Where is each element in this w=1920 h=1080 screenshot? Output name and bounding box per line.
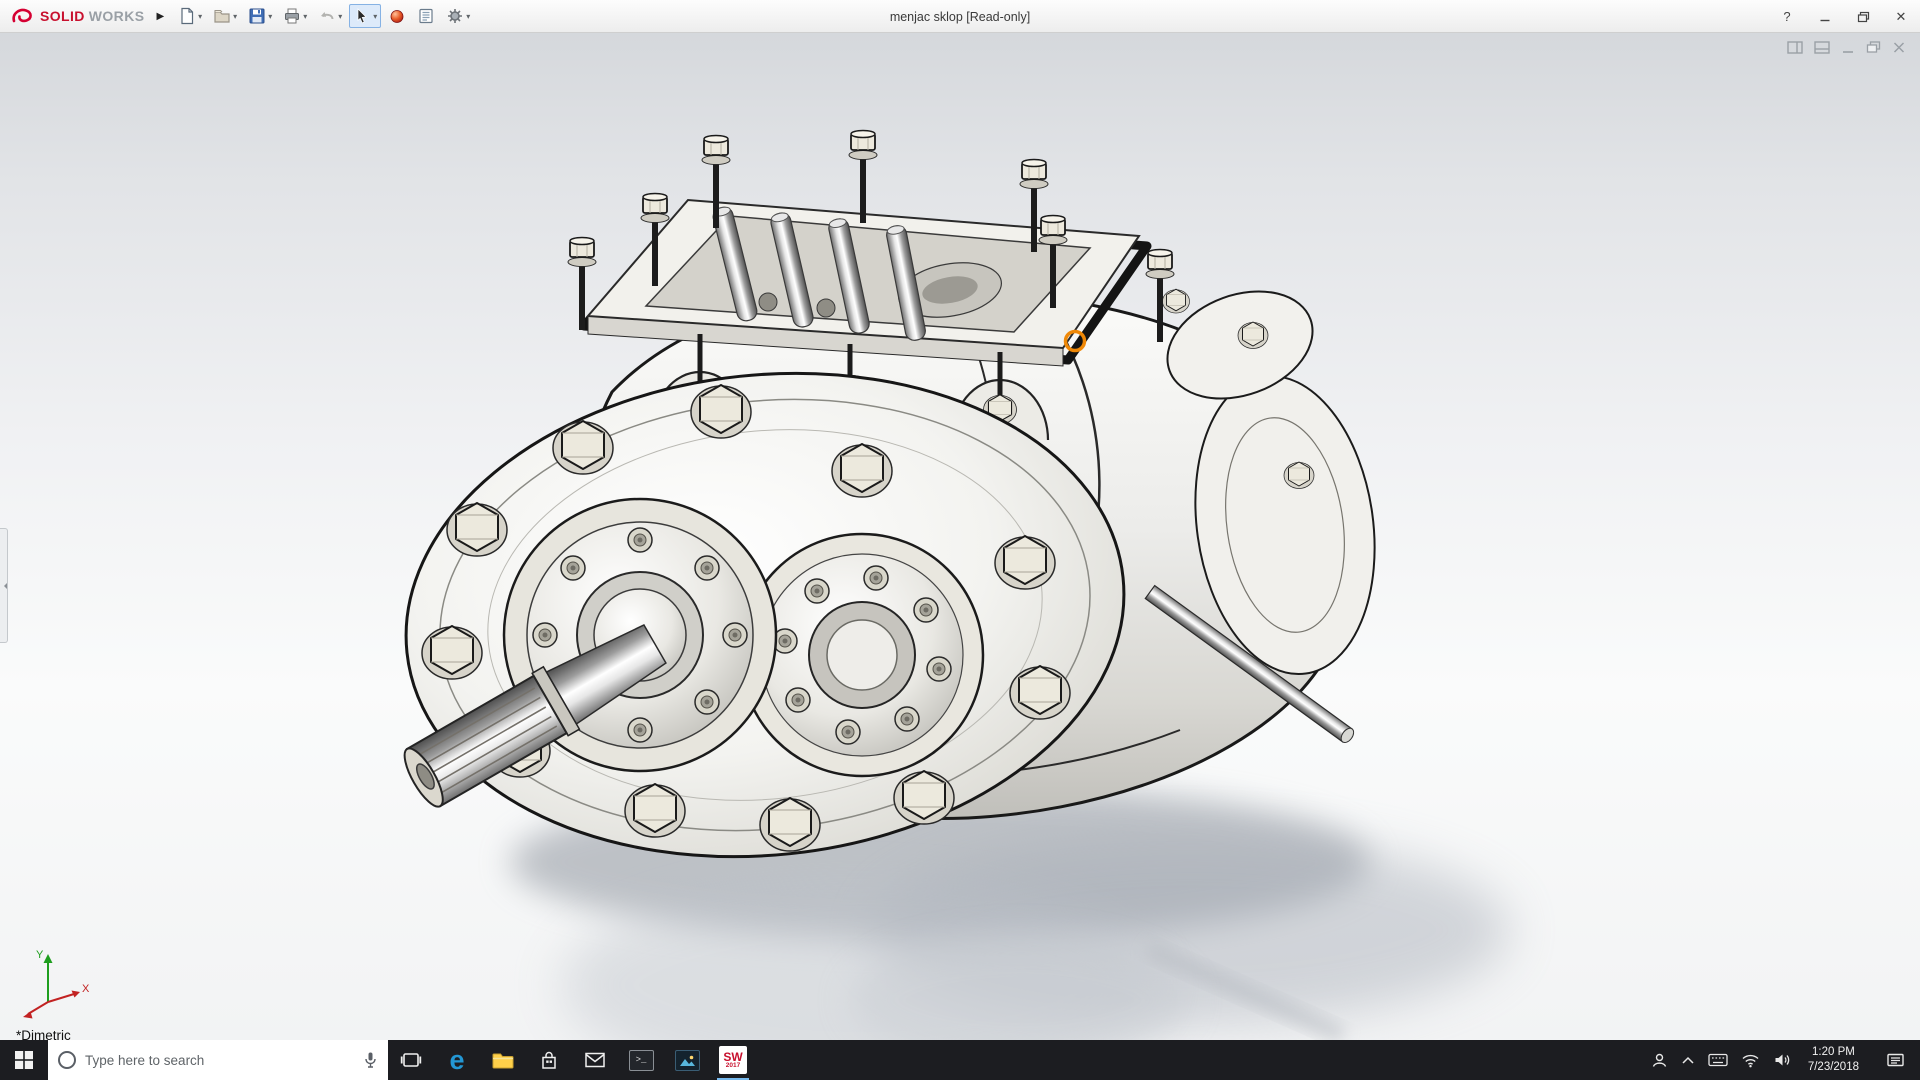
network-icon[interactable]: [1741, 1053, 1760, 1068]
ds-logo-icon: [10, 6, 36, 26]
document-window-controls: [1787, 41, 1906, 54]
windows-logo-icon: [15, 1051, 33, 1069]
solidworks-window: SOLIDWORKS ▶ ▾ ▾: [0, 0, 1920, 1080]
clock-time: 1:20 PM: [1808, 1045, 1859, 1060]
options-button[interactable]: ▾: [442, 4, 474, 28]
restore-doc-icon[interactable]: [1866, 41, 1881, 54]
minimize-button[interactable]: [1806, 0, 1844, 33]
solidworks-logo: SOLIDWORKS: [0, 6, 152, 26]
photos-icon: [675, 1050, 700, 1071]
photos-button[interactable]: [664, 1040, 710, 1080]
dropdown-arrow[interactable]: ▾: [268, 12, 272, 21]
brand-text-solid: SOLID: [40, 8, 85, 24]
action-center-icon: [1886, 1052, 1905, 1069]
search-input[interactable]: [85, 1053, 354, 1068]
dropdown-arrow[interactable]: ▾: [303, 12, 307, 21]
solidworks-2017-icon: SW 2017: [719, 1046, 747, 1074]
new-document-button[interactable]: ▾: [174, 4, 206, 28]
restore-icon: [1857, 11, 1870, 23]
top-cover: [568, 131, 1174, 367]
start-button[interactable]: [0, 1040, 48, 1080]
print-button[interactable]: ▾: [279, 4, 311, 28]
store-icon: [539, 1050, 559, 1071]
task-view-button[interactable]: [388, 1040, 434, 1080]
undo-icon: [318, 7, 336, 25]
task-view-icon: [400, 1049, 422, 1071]
chevron-up-icon[interactable]: [1681, 1055, 1695, 1065]
close-button[interactable]: ✕: [1882, 0, 1920, 33]
help-button[interactable]: ?: [1768, 0, 1806, 33]
edge-icon: e: [449, 1047, 464, 1074]
undo-button[interactable]: ▾: [314, 4, 346, 28]
mail-button[interactable]: [572, 1040, 618, 1080]
options-gear-icon: [446, 7, 464, 25]
save-icon: [248, 7, 266, 25]
new-document-icon: [178, 7, 196, 25]
display-pane-icon[interactable]: [1814, 41, 1830, 54]
design-library-button[interactable]: [413, 4, 439, 28]
design-library-icon: [417, 7, 435, 25]
cortana-icon: [58, 1051, 76, 1069]
graphics-viewport[interactable]: Y X *Dimetric: [0, 33, 1920, 1040]
restore-button[interactable]: [1844, 0, 1882, 33]
titlebar: SOLIDWORKS ▶ ▾ ▾: [0, 0, 1920, 33]
appearance-button[interactable]: [384, 4, 410, 28]
command-prompt-icon: >_: [629, 1050, 654, 1071]
taskbar-clock[interactable]: 1:20 PM 7/23/2018: [1804, 1045, 1863, 1075]
save-button[interactable]: ▾: [244, 4, 276, 28]
appearance-sphere-icon: [388, 7, 406, 25]
select-tool-button[interactable]: ▾: [349, 4, 381, 28]
clock-date: 7/23/2018: [1808, 1060, 1859, 1075]
keyboard-icon[interactable]: [1708, 1053, 1728, 1067]
menu-flyout-arrow[interactable]: ▶: [152, 11, 174, 22]
minimize-doc-icon[interactable]: [1841, 41, 1855, 54]
file-explorer-button[interactable]: [480, 1040, 526, 1080]
mail-icon: [584, 1051, 606, 1069]
dropdown-arrow[interactable]: ▾: [338, 12, 342, 21]
file-explorer-icon: [491, 1049, 515, 1071]
store-button[interactable]: [526, 1040, 572, 1080]
volume-icon[interactable]: [1773, 1052, 1791, 1068]
dropdown-arrow[interactable]: ▾: [373, 12, 377, 21]
gearbox-model: [382, 131, 1393, 892]
open-button[interactable]: ▾: [209, 4, 241, 28]
document-title: menjac sklop [Read-only]: [890, 0, 1030, 33]
bearing-hub: [741, 534, 983, 776]
taskbar-search[interactable]: [48, 1040, 388, 1080]
dropdown-arrow[interactable]: ▾: [198, 12, 202, 21]
dropdown-arrow[interactable]: ▾: [466, 12, 470, 21]
triad-x-label: X: [82, 983, 90, 995]
command-prompt-button[interactable]: >_: [618, 1040, 664, 1080]
person-icon[interactable]: [1651, 1052, 1668, 1069]
open-folder-icon: [213, 7, 231, 25]
edge-button[interactable]: e: [434, 1040, 480, 1080]
panel-flyout-tab[interactable]: [0, 528, 8, 643]
task-pane-icon[interactable]: [1787, 41, 1803, 54]
brand-text-works: WORKS: [89, 8, 145, 24]
solidworks-taskbar-button[interactable]: SW 2017: [710, 1040, 756, 1080]
windows-taskbar: e >_: [0, 1040, 1920, 1080]
window-controls: ? ✕: [1768, 0, 1920, 33]
model-canvas[interactable]: Y X: [0, 33, 1920, 1040]
close-doc-icon[interactable]: [1892, 41, 1906, 54]
minimize-icon: [1819, 11, 1831, 23]
triad-y-label: Y: [36, 949, 44, 961]
orientation-triad: Y X: [23, 949, 90, 1019]
quick-access-toolbar: ▾ ▾ ▾: [174, 4, 474, 28]
system-tray: 1:20 PM 7/23/2018: [1651, 1040, 1920, 1080]
print-icon: [283, 7, 301, 25]
microphone-icon[interactable]: [363, 1051, 378, 1069]
view-orientation-label: *Dimetric: [16, 1028, 71, 1040]
action-center-button[interactable]: [1876, 1052, 1914, 1069]
dropdown-arrow[interactable]: ▾: [233, 12, 237, 21]
select-arrow-icon: [353, 7, 371, 25]
